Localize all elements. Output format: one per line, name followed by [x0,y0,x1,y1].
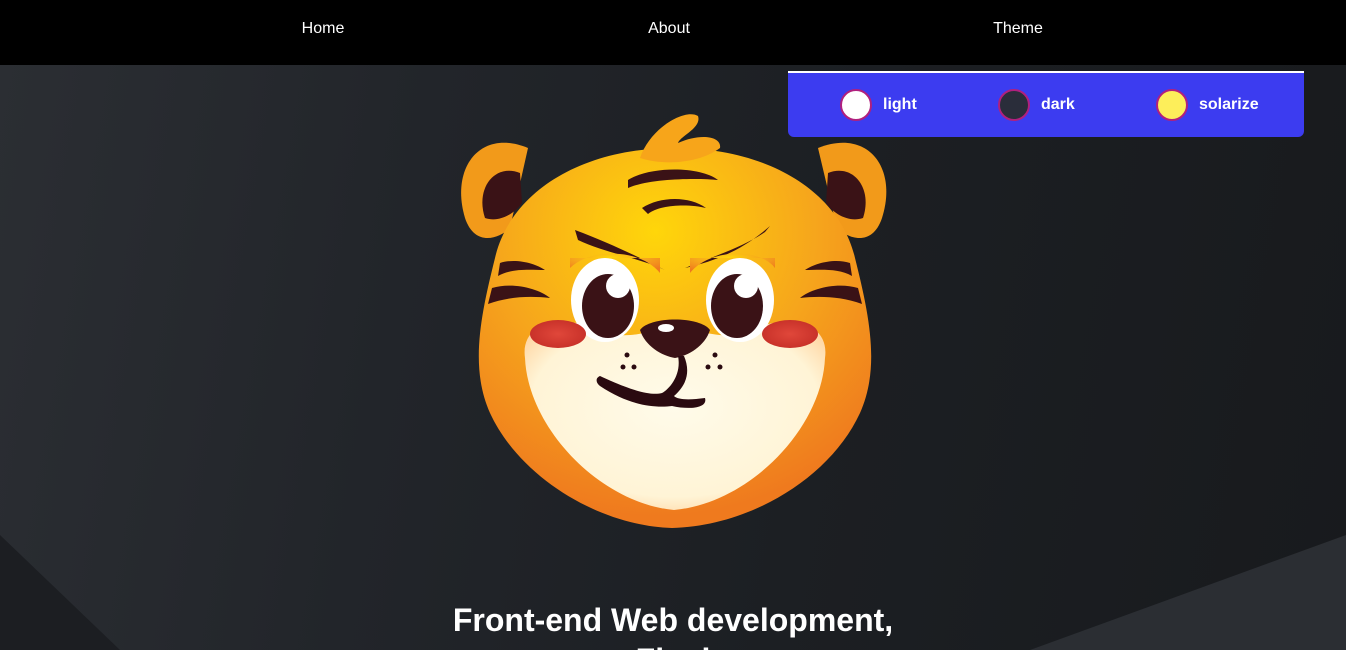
hero-title-line-1: Front-end Web development, [452,602,894,638]
hero-title: Front-end Web development, Final [373,600,973,650]
nav-link-theme[interactable]: Theme [993,18,1043,40]
top-navigation: Home About Theme [0,0,1346,65]
hero-title-line-2: Final [636,642,711,650]
solarize-swatch-icon [1156,89,1188,121]
nav-link-home[interactable]: Home [302,18,345,40]
tiger-mascot-image [461,114,887,528]
theme-option-label: solarize [1199,96,1259,113]
theme-option-dark[interactable]: dark [998,87,1075,123]
theme-dropdown-panel: light dark solarize [788,71,1304,137]
nav-link-about[interactable]: About [648,18,690,40]
theme-option-label: dark [1041,96,1075,113]
light-swatch-icon [840,89,872,121]
theme-option-label: light [883,96,917,113]
theme-option-solarize[interactable]: solarize [1156,87,1259,123]
theme-option-light[interactable]: light [840,87,917,123]
dark-swatch-icon [998,89,1030,121]
